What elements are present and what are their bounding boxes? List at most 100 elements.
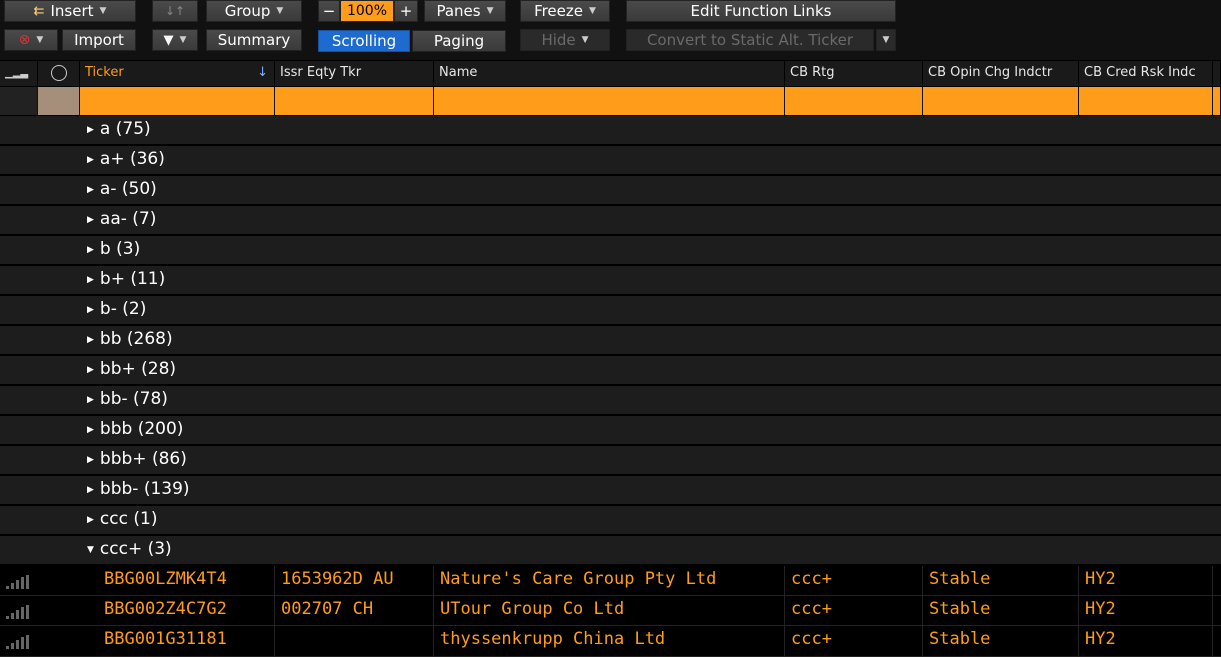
cb-opinion-cell[interactable]: Stable bbox=[923, 566, 1079, 596]
cb-rating-cell[interactable]: ccc+ bbox=[785, 626, 923, 656]
issuer-ticker-cell[interactable] bbox=[275, 626, 434, 656]
group-row[interactable]: ▶ ccc (1) bbox=[0, 506, 1221, 535]
group-row[interactable]: ▶ aa- (7) bbox=[0, 206, 1221, 235]
convert-dropdown-button[interactable]: ▼ bbox=[876, 29, 896, 51]
group-row[interactable]: ▶ bbb (200) bbox=[0, 416, 1221, 445]
group-row[interactable]: ▶ bb (268) bbox=[0, 326, 1221, 355]
expand-arrow-icon[interactable]: ▶ bbox=[87, 185, 94, 195]
select-column-header[interactable] bbox=[38, 61, 80, 86]
name-cell[interactable]: thyssenkrupp China Ltd bbox=[434, 626, 785, 656]
issuer-ticker-cell[interactable]: 002707 CH bbox=[275, 596, 434, 626]
expand-arrow-icon[interactable]: ▶ bbox=[87, 335, 94, 345]
filter-input-name[interactable] bbox=[434, 87, 785, 115]
group-row[interactable]: ▶ a+ (36) bbox=[0, 146, 1221, 175]
column-header-cb-rating[interactable]: CB Rtg bbox=[785, 61, 923, 86]
table-row[interactable]: BBG001G31181 thyssenkrupp China Ltd ccc+… bbox=[0, 626, 1221, 657]
name-cell[interactable]: UTour Group Co Ltd bbox=[434, 596, 785, 626]
signal-column-header[interactable]: ▁▂▃ bbox=[0, 61, 38, 86]
group-row[interactable]: ▶ bbb+ (86) bbox=[0, 446, 1221, 475]
expand-arrow-icon[interactable]: ▶ bbox=[87, 125, 94, 135]
expand-arrow-icon[interactable]: ▶ bbox=[87, 305, 94, 315]
expand-arrow-icon[interactable]: ▶ bbox=[87, 425, 94, 435]
cb-credit-risk-cell[interactable]: HY2 bbox=[1079, 566, 1213, 596]
filter-input-cb-credit-risk[interactable] bbox=[1079, 87, 1213, 115]
chevron-down-icon: ▼ bbox=[581, 35, 589, 45]
expand-arrow-icon[interactable]: ▶ bbox=[87, 155, 94, 165]
filter-input-ticker[interactable] bbox=[80, 87, 275, 115]
convert-static-ticker-button[interactable]: Convert to Static Alt. Ticker bbox=[626, 29, 874, 51]
expand-arrow-icon[interactable]: ▶ bbox=[87, 245, 94, 255]
cb-opinion-cell[interactable]: Stable bbox=[923, 626, 1079, 656]
panes-button[interactable]: Panes ▼ bbox=[424, 0, 506, 22]
column-header-ticker[interactable]: Ticker ↓ bbox=[80, 61, 275, 86]
insert-icon: ⇇ bbox=[33, 3, 45, 19]
sort-desc-icon: ↓ bbox=[257, 65, 268, 80]
paging-button[interactable]: Paging bbox=[412, 30, 506, 52]
cb-credit-risk-cell[interactable]: HY2 bbox=[1079, 626, 1213, 656]
hide-label: Hide bbox=[541, 31, 576, 49]
chevron-down-icon: ▼ bbox=[589, 6, 596, 16]
convert-label: Convert to Static Alt. Ticker bbox=[646, 31, 854, 49]
column-header-cb-opinion[interactable]: CB Opin Chg Indctr bbox=[923, 61, 1079, 86]
scrolling-button[interactable]: Scrolling bbox=[318, 30, 410, 52]
zoom-out-button[interactable]: − bbox=[318, 0, 340, 22]
issuer-ticker-cell[interactable]: 1653962D AU bbox=[275, 566, 434, 596]
ticker-cell[interactable]: BBG001G31181 bbox=[98, 626, 275, 656]
hide-button[interactable]: Hide ▼ bbox=[520, 29, 610, 51]
zoom-level[interactable]: 100% bbox=[340, 0, 394, 22]
summary-label: Summary bbox=[217, 31, 291, 49]
group-row[interactable]: ▶ a- (50) bbox=[0, 176, 1221, 205]
column-header-overflow[interactable] bbox=[1213, 61, 1221, 86]
column-header-issuer-ticker[interactable]: Issr Eqty Tkr bbox=[275, 61, 434, 86]
cb-credit-risk-cell[interactable]: HY2 bbox=[1079, 596, 1213, 626]
chevron-down-icon: ▼ bbox=[179, 35, 187, 45]
filter-input-issuer-ticker[interactable] bbox=[275, 87, 434, 115]
table-row[interactable]: BBG002Z4C7G2 002707 CH UTour Group Co Lt… bbox=[0, 596, 1221, 626]
filter-button[interactable]: ▼ ▼ bbox=[152, 29, 198, 51]
summary-button[interactable]: Summary bbox=[206, 29, 302, 51]
column-header-name[interactable]: Name bbox=[434, 61, 785, 86]
group-row[interactable]: ▶ bbb- (139) bbox=[0, 476, 1221, 505]
group-row[interactable]: ▶ bb- (78) bbox=[0, 386, 1221, 415]
freeze-button[interactable]: Freeze ▼ bbox=[520, 0, 610, 22]
column-header-cb-credit-risk[interactable]: CB Cred Rsk Indc bbox=[1079, 61, 1213, 86]
expand-arrow-icon[interactable]: ▶ bbox=[87, 485, 94, 495]
sort-button[interactable]: ↓↑ bbox=[152, 0, 198, 22]
collapse-arrow-icon[interactable]: ▼ bbox=[87, 545, 94, 555]
cb-rating-cell[interactable]: ccc+ bbox=[785, 596, 923, 626]
filter-input-overflow[interactable] bbox=[1213, 87, 1221, 115]
edit-function-links-button[interactable]: Edit Function Links bbox=[626, 0, 896, 22]
import-button[interactable]: Import bbox=[62, 29, 136, 51]
import-label: Import bbox=[74, 31, 124, 49]
expand-arrow-icon[interactable]: ▶ bbox=[87, 515, 94, 525]
insert-button[interactable]: ⇇ Insert ▼ bbox=[4, 0, 136, 22]
clear-button[interactable]: ⊗ ▼ bbox=[4, 29, 58, 51]
group-row[interactable]: ▶ b- (2) bbox=[0, 296, 1221, 325]
name-cell[interactable]: Nature's Care Group Pty Ltd bbox=[434, 566, 785, 596]
group-row[interactable]: ▶ b (3) bbox=[0, 236, 1221, 265]
expand-arrow-icon[interactable]: ▶ bbox=[87, 455, 94, 465]
filter-input-cb-opinion[interactable] bbox=[923, 87, 1079, 115]
group-label: a- (50) bbox=[99, 179, 157, 199]
group-label: bbb (200) bbox=[99, 419, 184, 439]
ticker-cell[interactable]: BBG00LZMK4T4 bbox=[98, 566, 275, 596]
expand-arrow-icon[interactable]: ▶ bbox=[87, 215, 94, 225]
expand-arrow-icon[interactable]: ▶ bbox=[87, 275, 94, 285]
group-label: b- (2) bbox=[99, 299, 147, 319]
name-header-label: Name bbox=[439, 65, 478, 80]
ticker-cell[interactable]: BBG002Z4C7G2 bbox=[98, 596, 275, 626]
expand-arrow-icon[interactable]: ▶ bbox=[87, 365, 94, 375]
group-row[interactable]: ▶ b+ (11) bbox=[0, 266, 1221, 295]
paging-label: Paging bbox=[433, 32, 485, 50]
zoom-in-button[interactable]: + bbox=[394, 0, 418, 22]
filter-input-cb-rating[interactable] bbox=[785, 87, 923, 115]
chevron-down-icon: ▼ bbox=[882, 35, 890, 45]
cb-opinion-cell[interactable]: Stable bbox=[923, 596, 1079, 626]
group-button[interactable]: Group ▼ bbox=[206, 0, 302, 22]
group-row-expanded[interactable]: ▼ ccc+ (3) bbox=[0, 536, 1221, 565]
group-row[interactable]: ▶ a (75) bbox=[0, 116, 1221, 145]
group-row[interactable]: ▶ bb+ (28) bbox=[0, 356, 1221, 385]
cb-rating-cell[interactable]: ccc+ bbox=[785, 566, 923, 596]
expand-arrow-icon[interactable]: ▶ bbox=[87, 395, 94, 405]
table-row[interactable]: BBG00LZMK4T4 1653962D AU Nature's Care G… bbox=[0, 566, 1221, 596]
